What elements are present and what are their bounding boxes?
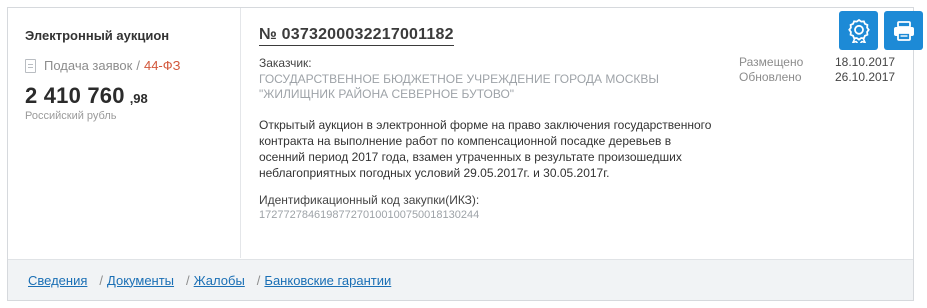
ikz-label: Идентификационный код закупки(ИКЗ): xyxy=(259,193,480,207)
dates: Размещено 18.10.2017 Обновлено 26.10.201… xyxy=(739,55,895,85)
link-info[interactable]: Сведения xyxy=(28,273,87,288)
updated-row: Обновлено 26.10.2017 xyxy=(739,70,895,85)
posted-label: Размещено xyxy=(739,55,804,69)
status-row: Подача заявок / 44-ФЗ xyxy=(25,58,245,73)
link-separator: / xyxy=(186,272,190,288)
purchase-details: № 0373200032217001182 Заказчик: ГОСУДАРС… xyxy=(259,26,719,221)
print-icon xyxy=(893,20,914,41)
currency: Российский рубль xyxy=(25,110,117,122)
posted-row: Размещено 18.10.2017 xyxy=(739,55,895,70)
column-divider xyxy=(240,8,241,258)
customer-label: Заказчик: xyxy=(259,56,312,70)
purchase-card: Электронный аукцион Подача заявок / 44-Ф… xyxy=(7,7,923,301)
price-main: 2 410 760 xyxy=(25,83,125,108)
card-links-bar: Сведения / Документы / Жалобы / Банковск… xyxy=(8,259,913,300)
print-button[interactable] xyxy=(884,11,923,50)
customer-name[interactable]: ГОСУДАРСТВЕННОЕ БЮДЖЕТНОЕ УЧРЕЖДЕНИЕ ГОР… xyxy=(259,72,719,102)
certificate-button[interactable] xyxy=(839,11,878,50)
posted-value: 18.10.2017 xyxy=(835,55,896,69)
link-separator: / xyxy=(256,272,261,288)
law-label: 44-ФЗ xyxy=(143,58,181,73)
updated-value: 26.10.2017 xyxy=(835,70,896,84)
status-separator: / xyxy=(136,58,140,73)
link-complaints[interactable]: Жалобы xyxy=(194,273,245,288)
price: 2 410 760 ,98 xyxy=(25,83,245,109)
document-icon xyxy=(25,58,36,73)
link-separator: / xyxy=(99,272,104,288)
link-documents[interactable]: Документы xyxy=(107,273,174,288)
ikz-value: 172772784619877270100100750018130244 xyxy=(259,209,480,221)
certificate-icon xyxy=(847,18,870,43)
purchase-number[interactable]: № 0373200032217001182 xyxy=(259,26,454,46)
price-cents: ,98 xyxy=(129,91,148,106)
link-bank-guarantees[interactable]: Банковские гарантии xyxy=(264,273,391,288)
purchase-description: Открытый аукцион в электронной форме на … xyxy=(259,118,712,180)
auction-type: Электронный аукцион xyxy=(25,28,170,43)
status-label: Подача заявок xyxy=(44,58,133,73)
updated-label: Обновлено xyxy=(739,70,802,84)
auction-summary: Электронный аукцион Подача заявок / 44-Ф… xyxy=(25,28,245,122)
